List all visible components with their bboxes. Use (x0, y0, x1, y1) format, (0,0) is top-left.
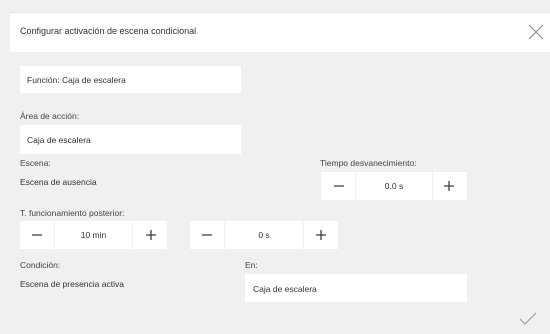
close-icon[interactable] (527, 23, 545, 41)
fade-time-label: Tiempo desvanecimiento: (320, 158, 417, 168)
in-field-value: Caja de escalera (253, 284, 317, 294)
scene-label: Escena: (20, 158, 51, 168)
plus-icon[interactable] (141, 225, 161, 245)
checkmark-icon[interactable] (518, 311, 538, 327)
action-area-value: Caja de escalera (27, 135, 91, 145)
in-field[interactable]: Caja de escalera (245, 274, 467, 302)
dialog-title: Configurar activación de escena condicio… (20, 26, 197, 36)
function-field[interactable]: Función: Caja de escalera (20, 66, 241, 93)
condition-label: Condición: (20, 260, 61, 270)
minus-icon[interactable] (329, 176, 349, 196)
scene-value[interactable]: Escena de ausencia (20, 177, 97, 187)
in-label: En: (245, 260, 258, 270)
minus-icon[interactable] (197, 225, 217, 245)
action-area-label: Área de acción: (20, 111, 80, 121)
post-time-minutes-stepper: 10 min (20, 221, 167, 249)
fade-time-stepper: 0.0 s (321, 172, 467, 200)
plus-icon[interactable] (439, 176, 459, 196)
post-time-label: T. funcionamiento posterior: (20, 208, 125, 218)
post-time-seconds-stepper: 0 s (190, 221, 338, 249)
minus-icon[interactable] (27, 225, 47, 245)
post-time-minutes-value[interactable]: 10 min (54, 221, 133, 249)
condition-value[interactable]: Escena de presencia activa (20, 279, 124, 289)
action-area-field[interactable]: Caja de escalera (20, 125, 241, 154)
fade-time-value[interactable]: 0.0 s (355, 172, 433, 200)
function-field-text: Función: Caja de escalera (27, 75, 126, 85)
plus-icon[interactable] (311, 225, 331, 245)
post-time-seconds-value[interactable]: 0 s (224, 221, 304, 249)
